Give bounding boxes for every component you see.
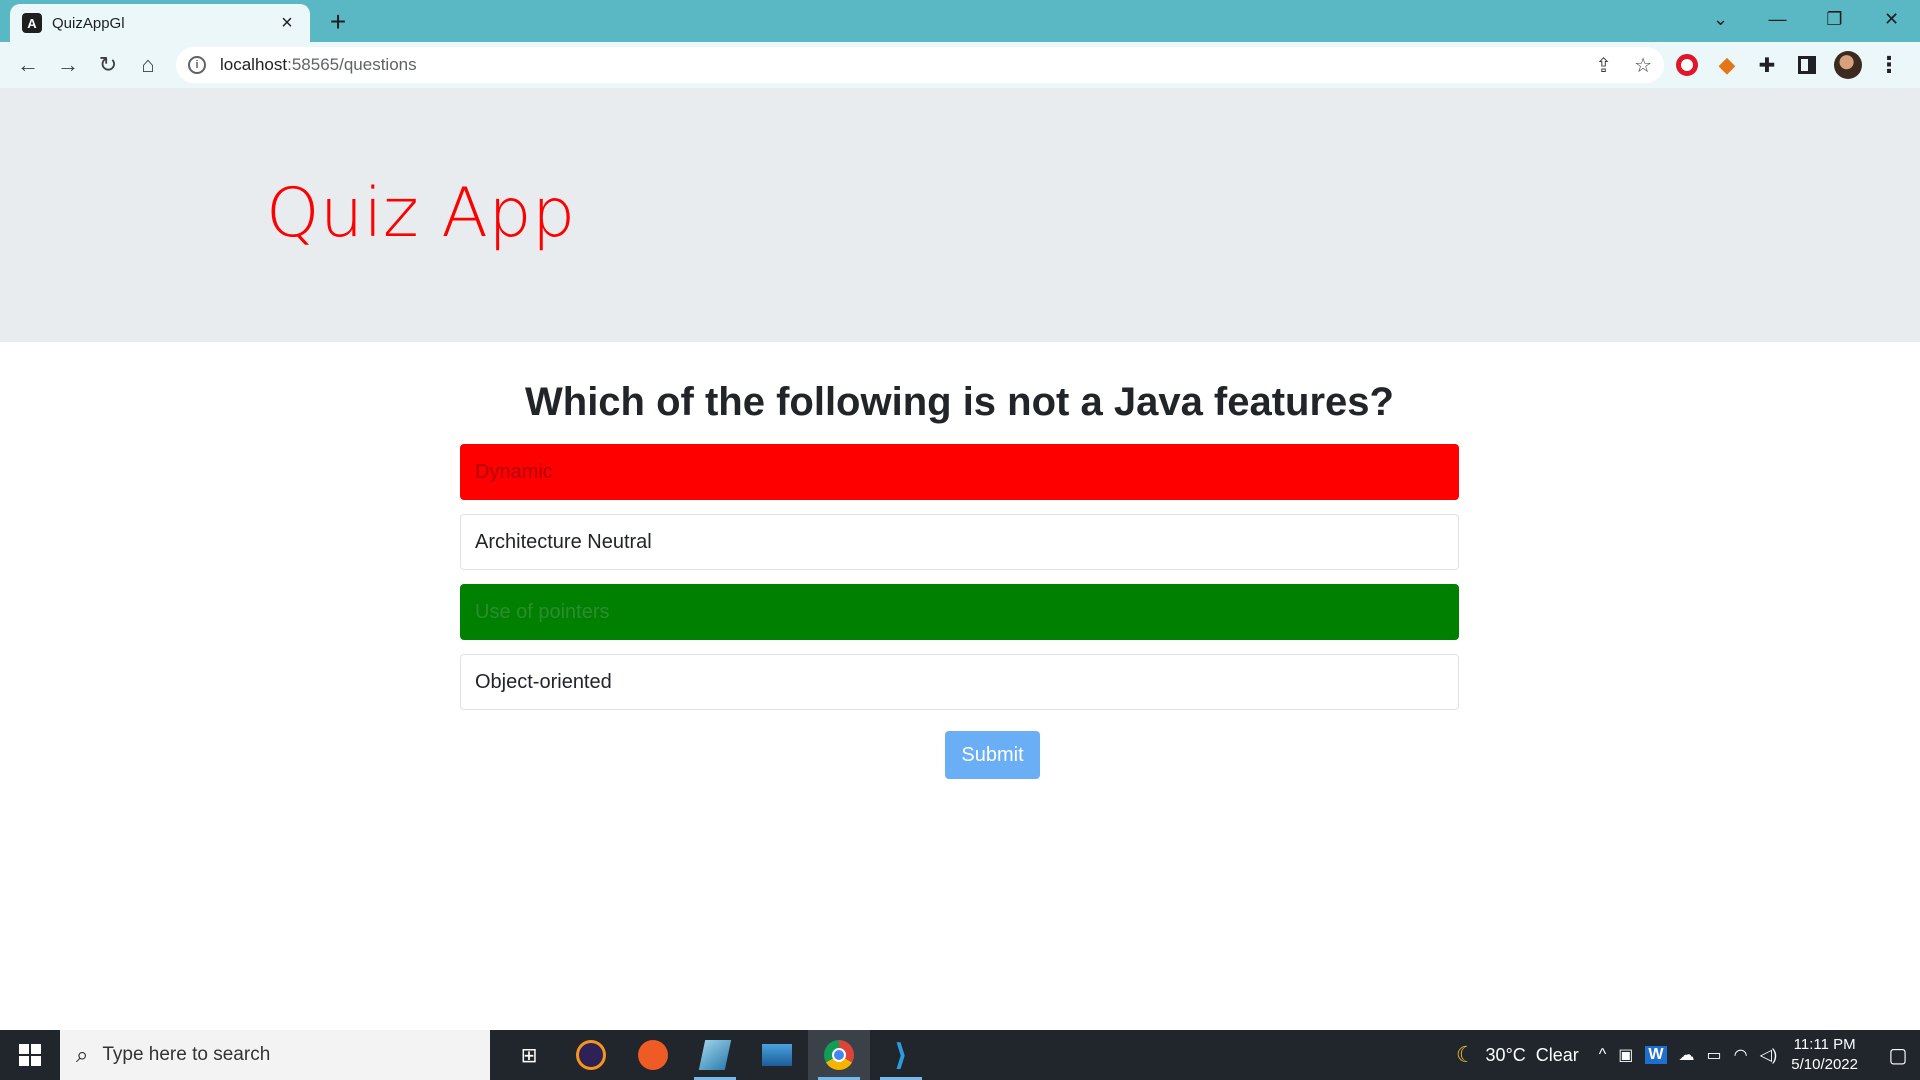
browser-chrome: A QuizAppGl × + ⌄ — ❐ ✕ ← → ↻ ⌂ i localh… (0, 0, 1920, 88)
search-placeholder: Type here to search (102, 1044, 271, 1065)
back-icon[interactable]: ← (8, 45, 48, 85)
metamask-icon[interactable]: ◆ (1714, 52, 1740, 78)
windows-icon (19, 1044, 41, 1066)
answer-option-object-oriented[interactable]: Object-oriented (460, 654, 1459, 710)
restore-icon[interactable]: ❐ (1806, 0, 1863, 38)
info-icon[interactable]: i (188, 56, 206, 74)
volume-icon[interactable]: ◁) (1760, 1045, 1778, 1065)
reload-icon[interactable]: ↻ (88, 45, 128, 85)
omnibox-actions: ⇪ ☆ (1595, 53, 1652, 78)
new-tab-button[interactable]: + (322, 6, 354, 38)
tray-icons: ^ ▣ W ☁ ▭ ◠ ◁) (1599, 1045, 1777, 1065)
home-icon[interactable]: ⌂ (128, 45, 168, 85)
tab-title: QuizAppGl (52, 14, 125, 32)
star-icon[interactable]: ☆ (1634, 53, 1652, 78)
weather-widget[interactable]: ☾ 30°C Clear (1456, 1042, 1579, 1068)
eclipse-icon[interactable] (560, 1030, 622, 1080)
battery-icon[interactable]: ▭ (1707, 1045, 1722, 1065)
search-icon: ⌕ (76, 1042, 89, 1067)
weather-text: 30°C Clear (1485, 1044, 1579, 1065)
question-text: Which of the following is not a Java fea… (525, 380, 1394, 424)
answer-option-use-of-pointers[interactable]: Use of pointers (460, 584, 1459, 640)
notes-icon[interactable] (684, 1030, 746, 1080)
browser-tab[interactable]: A QuizAppGl × (10, 4, 310, 42)
url-host: localhost (220, 55, 288, 74)
close-window-icon[interactable]: ✕ (1863, 0, 1920, 38)
pinned-apps: ⊞ ⟩ (498, 1030, 932, 1080)
extensions-icon[interactable]: ✚ (1754, 52, 1780, 78)
page-title: Quiz App (266, 174, 576, 253)
share-icon[interactable]: ⇪ (1595, 53, 1612, 78)
start-button[interactable] (0, 1030, 60, 1080)
onedrive-icon[interactable]: ☁ (1679, 1045, 1695, 1065)
chrome-icon[interactable] (808, 1030, 870, 1080)
taskbar: ⌕ Type here to search ⊞ ⟩ ☾ 30°C Clear ^… (0, 1030, 1920, 1080)
answer-options: Dynamic Architecture Neutral Use of poin… (460, 444, 1459, 724)
answer-option-architecture-neutral[interactable]: Architecture Neutral (460, 514, 1459, 570)
close-tab-icon[interactable]: × (276, 12, 298, 35)
meet-icon[interactable]: ▣ (1618, 1045, 1633, 1065)
postman-icon[interactable] (622, 1030, 684, 1080)
address-bar[interactable]: i localhost:58565/questions ⇪ ☆ (176, 47, 1664, 83)
task-view-icon[interactable]: ⊞ (498, 1030, 560, 1080)
laptop-icon[interactable] (746, 1030, 808, 1080)
answer-option-dynamic[interactable]: Dynamic (460, 444, 1459, 500)
menu-icon[interactable]: ⋮ (1876, 52, 1902, 78)
clock-date: 5/10/2022 (1791, 1056, 1858, 1073)
moon-icon: ☾ (1455, 1042, 1476, 1067)
tab-strip: A QuizAppGl × + ⌄ — ❐ ✕ (0, 0, 1920, 42)
w-app-icon[interactable]: W (1645, 1046, 1667, 1064)
taskbar-search[interactable]: ⌕ Type here to search (60, 1030, 490, 1080)
tab-search-icon[interactable]: ⌄ (1692, 0, 1749, 38)
side-panel-icon[interactable] (1794, 52, 1820, 78)
url-path: :58565/questions (287, 55, 417, 74)
submit-button[interactable]: Submit (945, 731, 1040, 779)
wifi-icon[interactable]: ◠ (1734, 1045, 1748, 1065)
clock[interactable]: 11:11 PM 5/10/2022 (1791, 1035, 1858, 1075)
header-banner: Quiz App (0, 88, 1920, 342)
avatar[interactable] (1834, 51, 1862, 79)
vscode-icon[interactable]: ⟩ (870, 1030, 932, 1080)
notifications-icon[interactable]: ▢ (1876, 1030, 1920, 1080)
clock-time: 11:11 PM (1793, 1036, 1856, 1053)
window-controls: ⌄ — ❐ ✕ (1692, 0, 1920, 38)
angular-favicon-icon: A (22, 13, 42, 33)
forward-icon[interactable]: → (48, 45, 88, 85)
show-hidden-icons-icon[interactable]: ^ (1599, 1046, 1607, 1064)
minimize-icon[interactable]: — (1749, 0, 1806, 38)
browser-toolbar: ← → ↻ ⌂ i localhost:58565/questions ⇪ ☆ … (0, 42, 1920, 88)
system-tray: ☾ 30°C Clear ^ ▣ W ☁ ▭ ◠ ◁) 11:11 PM 5/1… (1456, 1030, 1920, 1080)
extensions-area: ◆ ✚ ⋮ (1674, 45, 1902, 85)
opera-icon[interactable] (1674, 52, 1700, 78)
